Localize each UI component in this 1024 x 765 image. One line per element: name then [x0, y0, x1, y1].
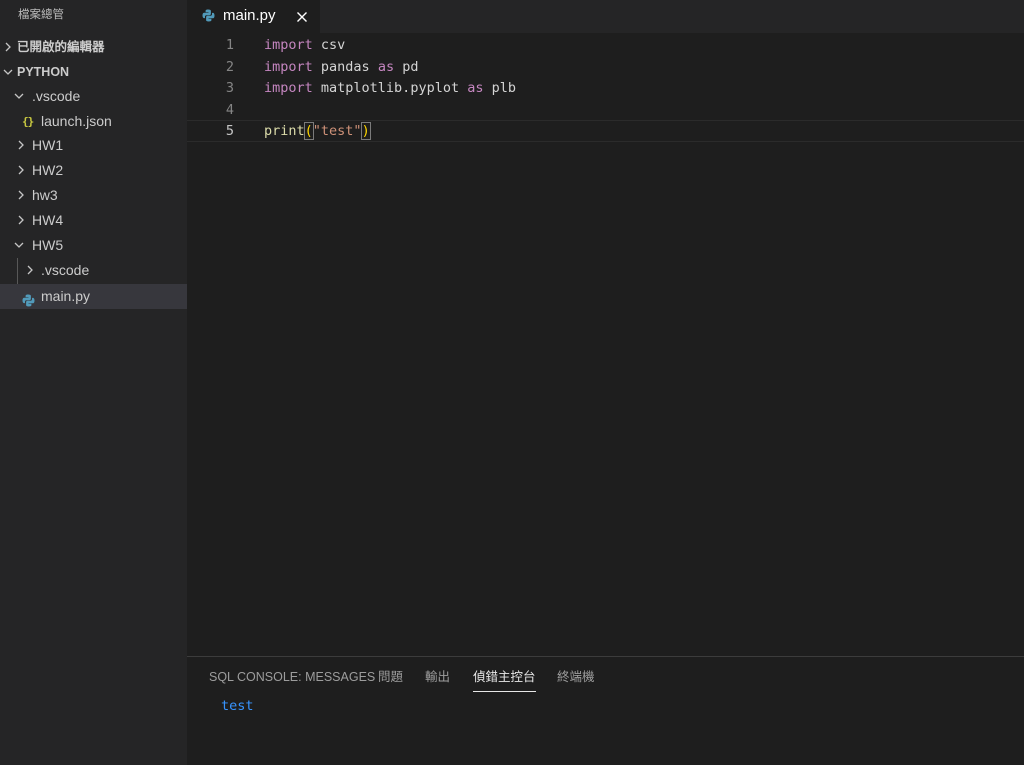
chevron-down-icon — [13, 84, 27, 109]
folder-root-label: PYTHON — [17, 65, 70, 79]
python-file-icon — [22, 290, 35, 315]
code-line: 2 import pandas as pd — [187, 56, 1024, 78]
line-number: 4 — [225, 102, 234, 118]
editor-tabs-bar: main.py — [187, 0, 1024, 33]
code-line: 1 import csv — [187, 34, 1024, 56]
debug-console-output: test — [221, 698, 254, 714]
file-label: launch.json — [41, 113, 112, 129]
explorer-title: 檔案總管 — [18, 9, 64, 21]
chevron-down-icon — [13, 233, 27, 258]
code-text: import csv — [264, 34, 345, 56]
function-name: print — [264, 123, 305, 139]
folder-vscode[interactable]: .vscode — [0, 84, 187, 109]
open-editors-label: 已開啟的編輯器 — [17, 40, 105, 54]
code-token: pandas — [312, 59, 378, 75]
code-text: import matplotlib.pyplot as plb — [264, 77, 516, 99]
line-number: 3 — [225, 80, 234, 96]
python-file-icon — [202, 9, 215, 25]
code-line: 3 import matplotlib.pyplot as plb — [187, 77, 1024, 99]
chevron-down-icon — [2, 60, 16, 85]
code-token: matplotlib.pyplot — [312, 80, 468, 96]
keyword: import — [264, 59, 313, 75]
tab-terminal[interactable]: 終端機 — [557, 657, 595, 692]
string-literal: "test" — [312, 123, 362, 139]
tab-problems[interactable]: 問題 — [378, 657, 403, 692]
chevron-right-icon — [15, 133, 29, 158]
code-text: import pandas as pd — [264, 56, 418, 78]
folder-label: HW2 — [32, 162, 64, 178]
chevron-right-icon — [15, 158, 29, 183]
folder-hw5[interactable]: HW5 — [0, 233, 187, 258]
code-line-current: 5 print("test") — [187, 120, 1024, 142]
file-main-py[interactable]: main.py — [0, 284, 187, 309]
keyword: import — [264, 80, 313, 96]
folder-hw3[interactable]: hw3 — [0, 183, 187, 208]
code-token: pd — [394, 59, 419, 75]
folder-label: .vscode — [41, 262, 90, 278]
json-file-icon: {} — [22, 115, 34, 128]
code-line: 4 — [187, 99, 1024, 121]
chevron-right-icon — [24, 258, 38, 283]
keyword: as — [377, 59, 395, 75]
folder-label: HW4 — [32, 212, 64, 228]
bottom-panel: SQL CONSOLE: MESSAGES 問題 輸出 偵錯主控台 終端機 te… — [187, 656, 1024, 765]
folder-label: HW5 — [32, 237, 64, 253]
line-number: 5 — [225, 123, 234, 139]
keyword: import — [264, 37, 313, 53]
folder-hw5-vscode[interactable]: .vscode — [0, 258, 187, 283]
keyword: as — [467, 80, 484, 96]
tab-output[interactable]: 輸出 — [425, 657, 450, 692]
file-launch-json[interactable]: {} launch.json — [0, 109, 187, 134]
tab-label: main.py — [223, 7, 276, 24]
chevron-right-icon — [2, 35, 16, 60]
close-icon[interactable] — [296, 10, 308, 22]
tab-debug-console[interactable]: 偵錯主控台 — [473, 657, 536, 692]
folder-label: hw3 — [32, 187, 58, 203]
folder-root-python[interactable]: PYTHON — [0, 60, 187, 85]
folder-hw1[interactable]: HW1 — [0, 133, 187, 158]
line-number: 2 — [225, 59, 234, 75]
bracket-match: ) — [360, 122, 371, 140]
file-label: main.py — [41, 288, 91, 304]
bracket-match: ( — [303, 122, 314, 140]
code-editor[interactable]: 1 import csv 2 import pandas as pd 3 imp… — [187, 33, 1024, 655]
line-number: 1 — [225, 37, 234, 53]
chevron-right-icon — [15, 183, 29, 208]
chevron-right-icon — [15, 208, 29, 233]
folder-label: .vscode — [32, 88, 81, 104]
code-token: plb — [483, 80, 516, 96]
explorer-sidebar: 檔案總管 已開啟的編輯器 PYTHON .vscode {} launch.js… — [0, 0, 187, 765]
code-text: print("test") — [264, 121, 371, 141]
open-editors-section[interactable]: 已開啟的編輯器 — [0, 35, 187, 60]
tab-main-py[interactable]: main.py — [187, 0, 320, 33]
folder-hw4[interactable]: HW4 — [0, 208, 187, 233]
folder-label: HW1 — [32, 137, 64, 153]
code-token: csv — [312, 37, 346, 53]
folder-hw2[interactable]: HW2 — [0, 158, 187, 183]
tab-sql-console[interactable]: SQL CONSOLE: MESSAGES — [209, 657, 375, 692]
